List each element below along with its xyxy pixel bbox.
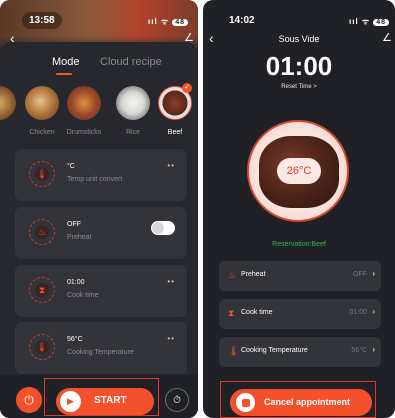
row-value: 56°C <box>351 347 367 354</box>
row-label: Cooking Temperature <box>241 347 308 354</box>
countdown-time: 01:00 <box>265 51 333 81</box>
more-dots-icon[interactable]: •• <box>167 334 175 343</box>
chevron-right-icon: › <box>372 269 375 278</box>
highlight-box-start <box>44 378 159 416</box>
signal-wifi-icon: ııl ᯤ <box>349 17 371 26</box>
reservation-label: Reservation:Beef <box>272 241 326 248</box>
left-phone-screen: 13:58 ııl ᯤ 48 ‹ ∠ Mode Cloud recipe ✓ Ch… <box>0 0 198 418</box>
stopwatch-icon: ⏱ <box>173 394 181 406</box>
card-label: Cooking Temperature <box>67 349 134 356</box>
card-value: 01:00 <box>67 279 85 286</box>
row-cooking-temperature[interactable]: 🌡 Cooking Temperature 56°C › <box>219 337 381 367</box>
signal-wifi-icon: ııl ᯤ <box>148 17 170 26</box>
row-cook-time[interactable]: ⧗ Cook time 01:00 › <box>219 299 381 329</box>
hourglass-icon: ⧗ <box>29 277 55 303</box>
status-icons: ııl ᯤ 48 <box>349 16 389 27</box>
hourglass-icon: ⧗ <box>228 308 235 318</box>
card-temp-unit[interactable]: 🌡 °C Temp unit convert •• <box>15 149 187 201</box>
card-value: °C <box>67 163 75 170</box>
highlight-box-cancel <box>220 381 376 418</box>
tab-mode[interactable]: Mode <box>52 56 80 68</box>
thermometer-icon: 🌡 <box>29 161 55 187</box>
row-label: Cook time <box>241 309 273 316</box>
food-rice-image[interactable] <box>116 86 150 120</box>
dial-temperature: 26°C <box>277 158 321 184</box>
pot-icon: ♨ <box>29 219 55 245</box>
power-button[interactable]: ⏻ <box>16 387 42 413</box>
card-label: Temp unit convert <box>67 176 123 183</box>
food-label-rice: Rice <box>125 129 140 136</box>
page-title: Sous Vide <box>278 34 320 44</box>
tab-active-indicator <box>56 73 72 75</box>
tab-cloud-recipe[interactable]: Cloud recipe <box>100 56 162 68</box>
more-dots-icon[interactable]: •• <box>167 277 175 286</box>
status-time: 13:58 <box>22 12 62 29</box>
tab-bar: Mode Cloud recipe <box>0 56 198 76</box>
power-icon: ⏻ <box>24 392 34 407</box>
card-preheat: ♨ OFF Preheat <box>15 207 187 259</box>
food-partial-image[interactable] <box>0 86 16 120</box>
food-drumsticks-image[interactable] <box>67 86 101 120</box>
card-label: Cook time <box>67 292 99 299</box>
more-dots-icon[interactable]: •• <box>167 161 175 170</box>
row-preheat[interactable]: ♨ Preheat OFF › <box>219 261 381 291</box>
row-label: Preheat <box>241 271 266 278</box>
preheat-toggle[interactable] <box>151 221 175 235</box>
card-cooking-temperature[interactable]: 🌡 56°C Cooking Temperature •• <box>15 322 187 374</box>
chevron-right-icon: › <box>372 307 375 316</box>
right-phone-screen: 14:02 ııl ᯤ 48 ‹ ∠ Sous Vide 01:00 Reset … <box>203 0 395 418</box>
food-label-drumsticks: Drumsticks <box>66 129 102 136</box>
food-label-chicken: Chicken <box>29 129 55 136</box>
card-label: Preheat <box>67 234 92 241</box>
selected-check-icon: ✓ <box>182 83 192 93</box>
row-value: 01:00 <box>349 309 367 316</box>
thermometer-icon: 🌡 <box>29 334 55 360</box>
card-value: 56°C <box>67 336 83 343</box>
food-label-beef: Beef <box>167 129 183 136</box>
battery-icon: 48 <box>373 19 389 26</box>
reset-time-link[interactable]: Reset Time > <box>203 84 395 90</box>
pot-icon: ♨ <box>228 270 237 280</box>
battery-icon: 48 <box>172 19 188 26</box>
temperature-dial: 26°C <box>247 120 349 222</box>
card-cook-time[interactable]: ⧗ 01:00 Cook time •• <box>15 265 187 317</box>
status-icons: ııl ᯤ 48 <box>148 16 188 27</box>
thermometer-icon: 🌡 <box>228 346 240 356</box>
food-chicken-image[interactable] <box>25 86 59 120</box>
toggle-knob <box>152 222 164 234</box>
chevron-right-icon: › <box>372 345 375 354</box>
card-value: OFF <box>67 221 81 228</box>
row-value: OFF <box>353 271 367 278</box>
status-time: 14:02 <box>229 15 255 26</box>
timer-button[interactable]: ⏱ <box>165 388 189 412</box>
